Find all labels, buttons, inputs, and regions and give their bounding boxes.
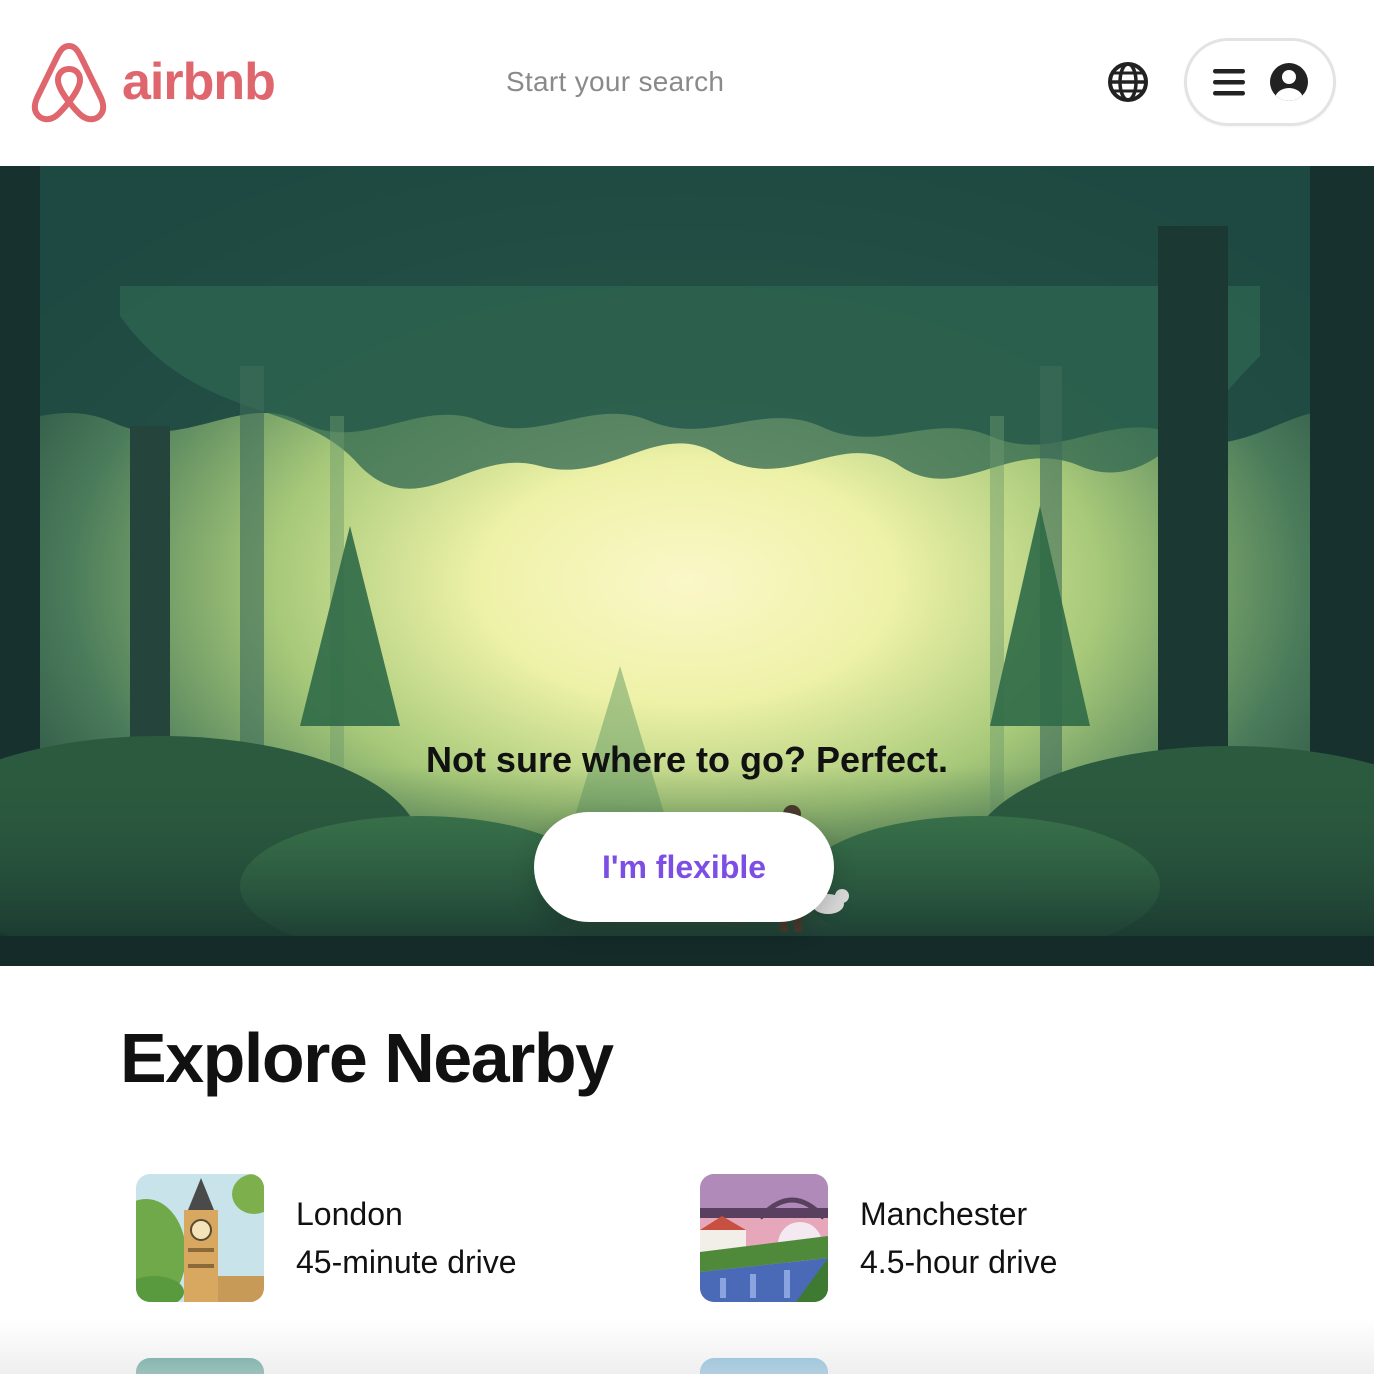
drive-time: 4.5-hour drive: [860, 1244, 1058, 1280]
explore-item-peek-thumbnail[interactable]: [136, 1358, 264, 1374]
im-flexible-button[interactable]: I'm flexible: [534, 812, 834, 922]
airbnb-logo-icon: [31, 43, 107, 123]
explore-item-london[interactable]: London 45-minute drive: [136, 1174, 517, 1302]
hero-banner: Not sure where to go? Perfect. I'm flexi…: [0, 166, 1374, 966]
search-input[interactable]: Start your search: [506, 62, 724, 102]
drive-time: 45-minute drive: [296, 1244, 517, 1280]
hamburger-menu-icon: [1213, 69, 1245, 96]
airbnb-logo[interactable]: airbnb: [30, 40, 276, 124]
city-name: London: [296, 1196, 403, 1232]
city-name: Manchester: [860, 1196, 1028, 1232]
london-thumbnail: [136, 1174, 264, 1302]
hero-title: Not sure where to go? Perfect.: [425, 739, 949, 780]
explore-nearby-heading: Explore Nearby: [120, 1019, 614, 1097]
globe-icon[interactable]: [1106, 60, 1150, 104]
top-nav: airbnb Start your search: [0, 0, 1374, 166]
explore-item-manchester[interactable]: Manchester 4.5-hour drive: [700, 1174, 1057, 1302]
logo-wordmark: airbnb: [122, 53, 276, 111]
user-menu-button[interactable]: [1184, 38, 1336, 126]
explore-item-peek-thumbnail[interactable]: [700, 1358, 828, 1374]
user-avatar-icon: [1270, 63, 1308, 101]
manchester-thumbnail: [700, 1174, 828, 1302]
